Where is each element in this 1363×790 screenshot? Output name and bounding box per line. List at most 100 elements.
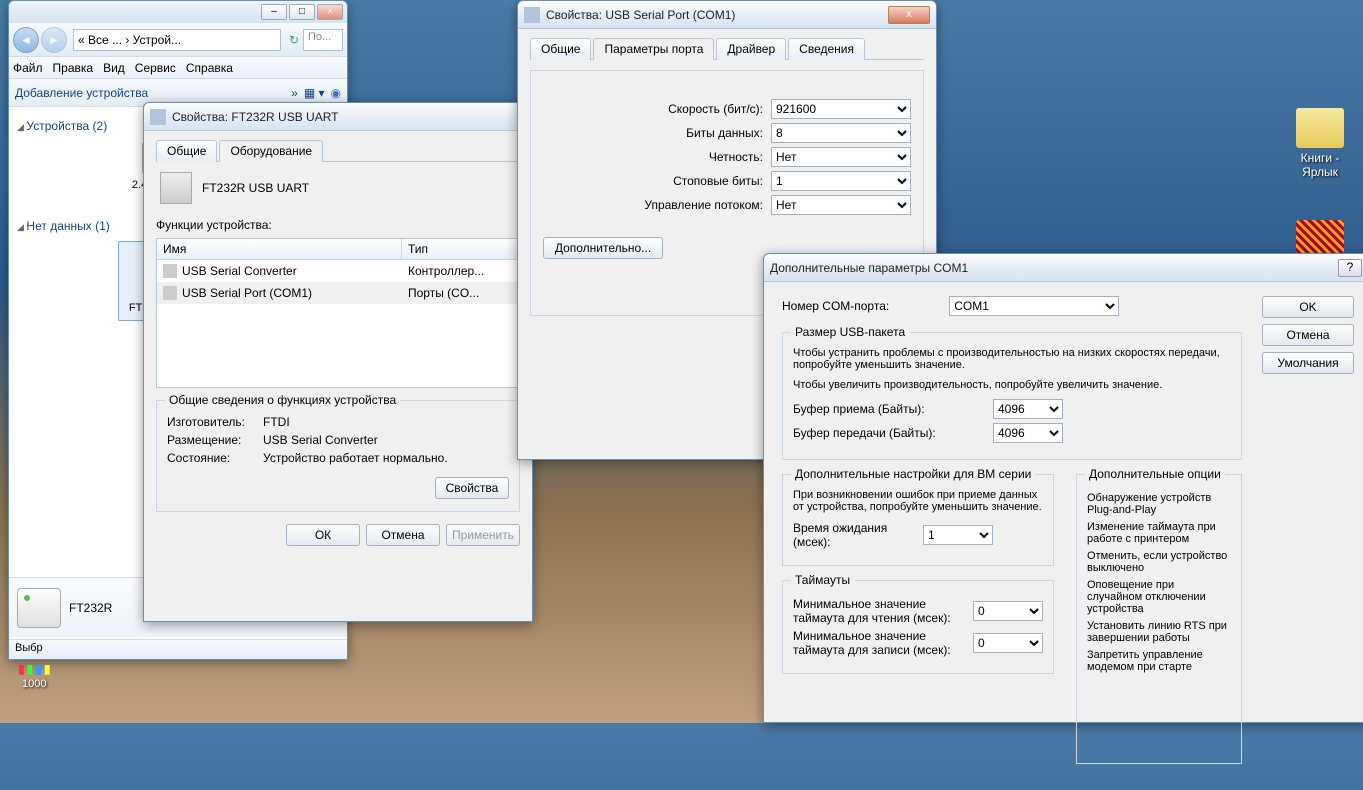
advanced-button[interactable]: Дополнительно... bbox=[543, 237, 663, 259]
stopbits-select[interactable]: 1 bbox=[771, 171, 911, 191]
search-input[interactable]: По... bbox=[303, 29, 343, 51]
stopbits-label: Стоповые биты: bbox=[673, 174, 763, 188]
menu-file[interactable]: Файл bbox=[13, 61, 43, 75]
opt-cancel-if-off[interactable]: Отменить, если устройство выключено bbox=[1087, 550, 1231, 574]
com-port-label: Номер COM-порта: bbox=[782, 299, 889, 313]
titlebar[interactable]: Дополнительные параметры COM1 ? bbox=[764, 254, 1363, 282]
cancel-button[interactable]: Отмена bbox=[366, 524, 440, 546]
chevron-left-icon: ◄ bbox=[20, 33, 32, 47]
forward-button[interactable]: ► bbox=[41, 27, 67, 53]
write-timeout-select[interactable]: 0 bbox=[973, 633, 1043, 653]
bm-series-group: Дополнительные настройки для BM серии Пр… bbox=[782, 474, 1054, 566]
menu-view[interactable]: Вид bbox=[103, 61, 125, 75]
tab-port-settings[interactable]: Параметры порта bbox=[593, 38, 714, 60]
address-bar[interactable]: « Все ... › Устрой... bbox=[73, 29, 281, 51]
tab-general[interactable]: Общие bbox=[530, 38, 591, 60]
tx-buffer-select[interactable]: 4096 bbox=[993, 423, 1063, 443]
location-label: Размещение: bbox=[167, 433, 263, 447]
group-label: Общие сведения о функциях устройства bbox=[165, 393, 400, 407]
titlebar[interactable]: Свойства: FT232R USB UART bbox=[144, 103, 532, 131]
menu-edit[interactable]: Правка bbox=[53, 61, 94, 75]
databits-label: Биты данных: bbox=[686, 126, 763, 140]
refresh-button[interactable]: ↻ bbox=[285, 31, 303, 49]
cancel-button[interactable]: Отмена bbox=[1262, 324, 1354, 346]
desktop-icon-books[interactable]: Книги - Ярлык bbox=[1284, 108, 1356, 179]
window-title: Дополнительные параметры COM1 bbox=[770, 261, 1338, 275]
chevron-right-icon: ► bbox=[48, 33, 60, 47]
menu-help[interactable]: Справка bbox=[186, 61, 233, 75]
close-button[interactable]: × bbox=[317, 4, 343, 20]
minimize-button[interactable]: – bbox=[261, 4, 287, 20]
com-port-select[interactable]: COM1 bbox=[949, 296, 1119, 316]
ft232r-properties-window: Свойства: FT232R USB UART Общие Оборудов… bbox=[143, 102, 533, 622]
write-timeout-label: Минимальное значение таймаута для записи… bbox=[793, 629, 973, 657]
breadcrumb: « Все ... › Устрой... bbox=[78, 33, 181, 47]
tab-details[interactable]: Сведения bbox=[788, 38, 865, 60]
opt-surprise-removal[interactable]: Оповещение при случайном отключении устр… bbox=[1087, 579, 1231, 615]
manufacturer-label: Изготовитель: bbox=[167, 415, 263, 429]
manufacturer-value: FTDI bbox=[263, 415, 290, 429]
menu-service[interactable]: Сервис bbox=[135, 61, 176, 75]
advanced-com-settings-window: Дополнительные параметры COM1 ? Номер CO… bbox=[763, 253, 1363, 723]
flow-label: Управление потоком: bbox=[644, 198, 763, 212]
table-row[interactable]: USB Serial Converter Контроллер... bbox=[157, 260, 519, 282]
opt-set-rts[interactable]: Установить линию RTS при завершении рабо… bbox=[1087, 620, 1231, 644]
table-row[interactable]: USB Serial Port (COM1) Порты (CO... bbox=[157, 282, 519, 304]
opt-printer-timeout[interactable]: Изменение таймаута при работе с принтеро… bbox=[1087, 521, 1231, 545]
navbar: ◄ ► « Все ... › Устрой... ↻ По... bbox=[9, 23, 347, 57]
window-icon bbox=[524, 7, 540, 23]
read-timeout-label: Минимальное значение таймаута для чтения… bbox=[793, 597, 973, 625]
tab-strip: Общие Оборудование bbox=[156, 139, 520, 162]
latency-select[interactable]: 1 bbox=[923, 525, 993, 545]
col-type[interactable]: Тип bbox=[402, 239, 519, 259]
rx-buffer-select[interactable]: 4096 bbox=[993, 399, 1063, 419]
status-value: Устройство работает нормально. bbox=[263, 451, 448, 465]
ok-button[interactable]: OK bbox=[1262, 296, 1354, 318]
titlebar[interactable]: Свойства: USB Serial Port (COM1) x bbox=[518, 1, 936, 29]
rx-buffer-label: Буфер приема (Байты): bbox=[793, 402, 993, 416]
databits-select[interactable]: 8 bbox=[771, 123, 911, 143]
usb-packet-hint2: Чтобы увеличить производительность, попр… bbox=[793, 379, 1231, 391]
details-name: FT232R bbox=[69, 601, 112, 615]
tab-driver[interactable]: Драйвер bbox=[716, 38, 786, 60]
location-value: USB Serial Converter bbox=[263, 433, 378, 447]
baud-select[interactable]: 921600 bbox=[771, 99, 911, 119]
defaults-button[interactable]: Умолчания bbox=[1262, 352, 1354, 374]
functions-table: Имя Тип USB Serial Converter Контроллер.… bbox=[156, 238, 520, 388]
properties-button[interactable]: Свойства bbox=[435, 477, 509, 499]
cpu-widget-value: 1000 bbox=[22, 678, 46, 690]
close-button[interactable]: x bbox=[888, 6, 930, 24]
help-icon[interactable]: ◉ bbox=[331, 86, 341, 100]
back-button[interactable]: ◄ bbox=[13, 27, 39, 53]
port-icon bbox=[163, 286, 177, 300]
apply-button[interactable]: Применить bbox=[446, 524, 520, 546]
baud-label: Скорость (бит/с): bbox=[668, 102, 763, 116]
group-label: Дополнительные настройки для BM серии bbox=[791, 467, 1035, 481]
help-button[interactable]: ? bbox=[1338, 259, 1362, 277]
latency-label: Время ожидания (мсек): bbox=[793, 521, 923, 549]
ok-button[interactable]: ОК bbox=[286, 524, 360, 546]
desktop-icon-label: Книги - Ярлык bbox=[1284, 151, 1356, 179]
tab-hardware[interactable]: Оборудование bbox=[219, 140, 323, 162]
parity-select[interactable]: Нет bbox=[771, 147, 911, 167]
device-header: FT232R USB UART bbox=[160, 172, 516, 204]
opt-disable-modem[interactable]: Запретить управление модемом при старте bbox=[1087, 649, 1231, 673]
toolbar-overflow[interactable]: » bbox=[291, 86, 298, 100]
maximize-button[interactable]: □ bbox=[289, 4, 315, 20]
add-device-button[interactable]: Добавление устройства bbox=[15, 86, 148, 100]
col-name[interactable]: Имя bbox=[157, 239, 402, 259]
usb-packet-group: Размер USB-пакета Чтобы устранить пробле… bbox=[782, 332, 1242, 460]
functions-label: Функции устройства: bbox=[156, 218, 520, 232]
read-timeout-select[interactable]: 0 bbox=[973, 601, 1043, 621]
device-icon bbox=[160, 172, 192, 204]
tab-general[interactable]: Общие bbox=[156, 140, 217, 162]
tx-buffer-label: Буфер передачи (Байты): bbox=[793, 426, 993, 440]
folder-icon bbox=[1296, 108, 1344, 148]
device-name: FT232R USB UART bbox=[202, 181, 309, 195]
view-options-icon[interactable]: ▦ ▾ bbox=[304, 86, 325, 100]
usb-packet-hint1: Чтобы устранить проблемы с производитель… bbox=[793, 347, 1231, 371]
timeouts-group: Таймауты Минимальное значение таймаута д… bbox=[782, 580, 1054, 674]
opt-pnp[interactable]: Обнаружение устройств Plug-and-Play bbox=[1087, 492, 1231, 516]
flow-select[interactable]: Нет bbox=[771, 195, 911, 215]
bm-hint: При возникновении ошибок при приеме данн… bbox=[793, 489, 1043, 513]
